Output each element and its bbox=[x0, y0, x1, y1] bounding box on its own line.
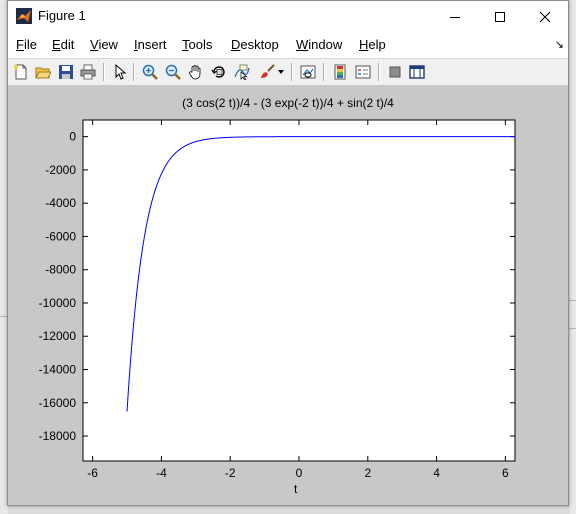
menu-insert[interactable]: Insert bbox=[134, 37, 167, 52]
data-cursor-button[interactable] bbox=[232, 62, 252, 82]
background-divider-right bbox=[568, 300, 576, 301]
open-file-icon bbox=[35, 67, 51, 79]
zoom-in-icon bbox=[142, 64, 158, 80]
figure-window: Figure 1 File Edit View Insert Tools Des… bbox=[7, 0, 569, 506]
y-tick-label: -14000 bbox=[39, 363, 77, 377]
colorbar-button[interactable] bbox=[330, 62, 350, 82]
save-icon bbox=[59, 65, 73, 79]
y-tick-label: -12000 bbox=[39, 329, 77, 343]
y-tick-label: -16000 bbox=[39, 396, 77, 410]
dock-arrow-icon[interactable]: ↘ bbox=[555, 38, 564, 51]
x-tick-label: -6 bbox=[87, 466, 98, 480]
minimize-icon bbox=[450, 16, 460, 18]
colorbar-icon bbox=[334, 64, 346, 80]
x-tick-label: 6 bbox=[502, 466, 509, 480]
x-tick-label: 2 bbox=[364, 466, 371, 480]
menu-window[interactable]: Window bbox=[296, 37, 342, 52]
menu-file[interactable]: File bbox=[16, 37, 37, 52]
y-tick-label: 0 bbox=[69, 130, 76, 144]
close-icon bbox=[539, 11, 551, 22]
toolbar-separator bbox=[291, 63, 293, 81]
y-tick-label: -10000 bbox=[39, 296, 77, 310]
edit-plot-button[interactable] bbox=[110, 62, 130, 82]
brush-dropdown-button[interactable] bbox=[276, 62, 286, 82]
menu-edit[interactable]: Edit bbox=[52, 37, 74, 52]
menu-bar: File Edit View Insert Tools Desktop Wind… bbox=[8, 32, 568, 58]
toolbar-separator bbox=[103, 63, 105, 81]
open-file-button[interactable] bbox=[33, 62, 53, 82]
y-tick-label: -18000 bbox=[39, 429, 77, 443]
print-button[interactable] bbox=[78, 62, 98, 82]
brush-button[interactable] bbox=[257, 62, 277, 82]
y-tick-label: -4000 bbox=[45, 196, 76, 210]
close-button[interactable] bbox=[522, 1, 568, 32]
minimize-button[interactable] bbox=[432, 1, 478, 32]
plot-axes[interactable]: -6 -4 -2 0 2 4 6 0 -2000 -4000 -6000 -8000 -10000 -12… bbox=[8, 86, 568, 505]
new-figure-button[interactable] bbox=[11, 62, 31, 82]
toolbar-separator bbox=[378, 63, 380, 81]
menu-tools[interactable]: Tools bbox=[182, 37, 212, 52]
hide-plot-tools-icon bbox=[389, 66, 401, 78]
y-tick-label: -6000 bbox=[45, 229, 76, 243]
rotate-3d-button[interactable] bbox=[209, 62, 229, 82]
show-plot-tools-button[interactable] bbox=[407, 62, 427, 82]
brush-dropdown-icon bbox=[278, 70, 284, 74]
x-tick-label: 0 bbox=[296, 466, 303, 480]
figure-canvas[interactable]: (3 cos(2 t))/4 - (3 exp(-2 t))/4 + sin(2… bbox=[8, 86, 568, 505]
link-plot-button[interactable] bbox=[298, 62, 318, 82]
show-plot-tools-icon bbox=[409, 65, 425, 79]
pan-hand-icon bbox=[189, 65, 201, 80]
menu-view[interactable]: View bbox=[90, 37, 118, 52]
rotate-3d-icon bbox=[211, 66, 225, 78]
x-axis-label: t bbox=[294, 482, 298, 496]
menu-desktop[interactable]: Desktop bbox=[231, 37, 279, 52]
toolbar-separator bbox=[323, 63, 325, 81]
maximize-icon bbox=[495, 11, 505, 22]
save-button[interactable] bbox=[56, 62, 76, 82]
background-divider-right-2 bbox=[568, 328, 576, 329]
menu-help[interactable]: Help bbox=[359, 37, 386, 52]
zoom-out-button[interactable] bbox=[163, 62, 183, 82]
y-tick-label: -2000 bbox=[45, 163, 76, 177]
legend-icon bbox=[355, 65, 371, 79]
hide-plot-tools-button[interactable] bbox=[385, 62, 405, 82]
x-tick-label: -4 bbox=[156, 466, 167, 480]
pan-button[interactable] bbox=[186, 62, 206, 82]
new-figure-icon bbox=[13, 64, 27, 80]
title-bar: Figure 1 bbox=[8, 1, 568, 32]
axes-background bbox=[82, 119, 516, 462]
window-title: Figure 1 bbox=[38, 8, 86, 23]
figure-toolbar bbox=[8, 58, 568, 86]
zoom-in-button[interactable] bbox=[140, 62, 160, 82]
x-tick-label: -2 bbox=[225, 466, 236, 480]
toolbar-separator bbox=[133, 63, 135, 81]
x-tick-label: 4 bbox=[433, 466, 440, 480]
data-cursor-icon bbox=[234, 64, 250, 80]
maximize-button[interactable] bbox=[477, 1, 523, 32]
background-window-right bbox=[570, 0, 576, 514]
legend-button[interactable] bbox=[353, 62, 373, 82]
y-tick-label: -8000 bbox=[45, 263, 76, 277]
matlab-logo-icon bbox=[16, 8, 32, 24]
zoom-out-icon bbox=[165, 64, 181, 80]
brush-icon bbox=[261, 64, 275, 78]
edit-plot-arrow-icon bbox=[115, 64, 127, 80]
print-icon bbox=[80, 64, 96, 80]
link-plot-icon bbox=[300, 65, 316, 79]
